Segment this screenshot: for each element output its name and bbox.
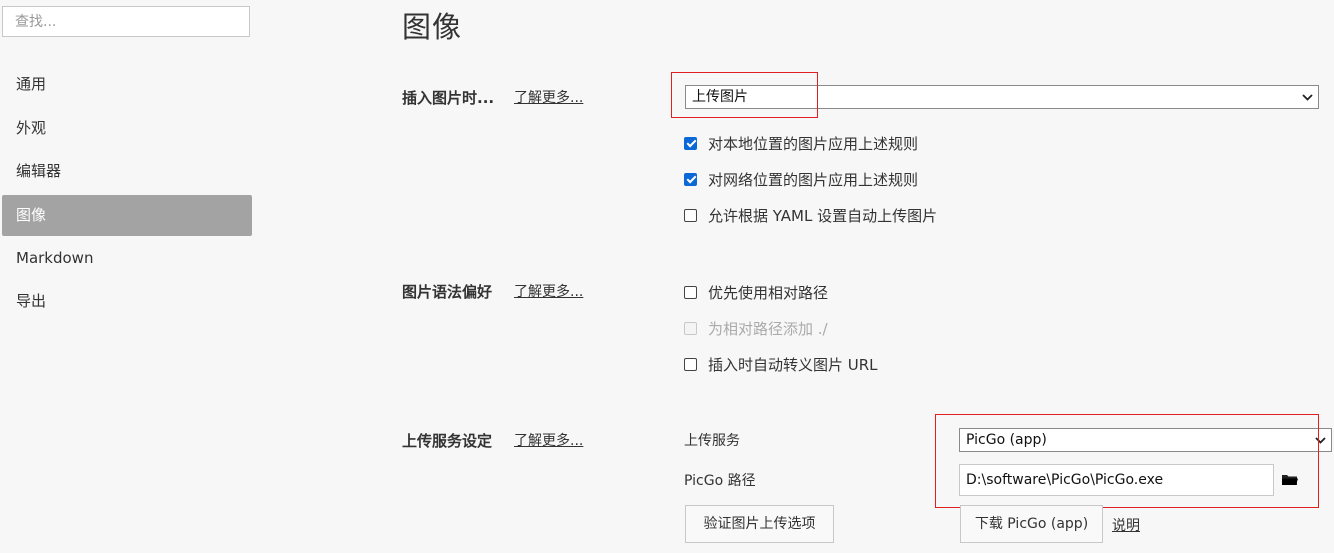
checkbox-checked[interactable] — [684, 136, 697, 150]
sidebar-item-label: 编辑器 — [16, 162, 62, 180]
checkbox-label: 优先使用相对路径 — [708, 283, 829, 302]
sidebar-item-label: 外观 — [16, 119, 47, 137]
insert-image-learn-more-link[interactable]: 了解更多... — [514, 87, 583, 107]
checkbox-yaml-upload[interactable]: 允许根据 YAML 设置自动上传图片 — [684, 205, 937, 225]
page-title: 图像 — [402, 10, 463, 44]
sidebar-item-markdown[interactable]: Markdown — [2, 238, 252, 279]
search-input[interactable] — [2, 6, 250, 37]
upload-service-field-label: 上传服务 — [684, 433, 740, 449]
explain-link[interactable]: 说明 — [1112, 515, 1140, 535]
upload-service-select[interactable]: PicGo (app) — [959, 428, 1332, 452]
checkbox-label: 允许根据 YAML 设置自动上传图片 — [708, 206, 938, 225]
sidebar-item-editor[interactable]: 编辑器 — [2, 151, 252, 192]
checkbox-unchecked[interactable] — [684, 208, 697, 222]
checkbox-unchecked[interactable] — [684, 285, 697, 299]
sidebar-item-appearance[interactable]: 外观 — [2, 108, 252, 149]
checkbox-local-images[interactable]: 对本地位置的图片应用上述规则 — [684, 133, 918, 153]
image-syntax-learn-more-link[interactable]: 了解更多... — [514, 281, 583, 301]
insert-image-select[interactable]: 上传图片 — [685, 85, 1319, 109]
checkbox-unchecked[interactable] — [684, 357, 697, 371]
chevron-down-icon — [1314, 429, 1327, 459]
folder-icon[interactable] — [1280, 470, 1300, 490]
sidebar-item-label: 通用 — [16, 75, 47, 93]
insert-image-label: 插入图片时... — [402, 89, 495, 107]
image-syntax-label: 图片语法偏好 — [402, 283, 493, 301]
download-picgo-button[interactable]: 下载 PicGo (app) — [960, 505, 1103, 543]
checkbox-escape-url[interactable]: 插入时自动转义图片 URL — [684, 354, 878, 374]
sidebar-item-label: Markdown — [16, 249, 94, 267]
checkbox-label: 对网络位置的图片应用上述规则 — [708, 170, 919, 189]
checkbox-label: 对本地位置的图片应用上述规则 — [708, 134, 919, 153]
sidebar: 通用 外观 编辑器 图像 Markdown 导出 — [0, 0, 262, 553]
checkbox-add-dot-slash: 为相对路径添加 ./ — [684, 318, 828, 338]
checkbox-checked[interactable] — [684, 172, 697, 186]
checkbox-disabled — [684, 321, 697, 335]
verify-upload-button[interactable]: 验证图片上传选项 — [685, 505, 834, 543]
picgo-path-label: PicGo 路径 — [684, 473, 756, 489]
checkbox-network-images[interactable]: 对网络位置的图片应用上述规则 — [684, 169, 918, 189]
chevron-down-icon — [1301, 86, 1314, 116]
sidebar-item-label: 导出 — [16, 292, 47, 310]
sidebar-item-export[interactable]: 导出 — [2, 281, 252, 322]
picgo-path-input[interactable]: D:\software\PicGo\PicGo.exe — [959, 464, 1274, 496]
sidebar-item-label: 图像 — [16, 206, 47, 224]
upload-service-learn-more-link[interactable]: 了解更多... — [514, 430, 583, 450]
sidebar-item-image[interactable]: 图像 — [2, 195, 252, 236]
upload-service-label: 上传服务设定 — [402, 432, 493, 450]
insert-image-select-value: 上传图片 — [692, 89, 748, 105]
checkbox-label: 插入时自动转义图片 URL — [708, 355, 878, 374]
picgo-path-value: D:\software\PicGo\PicGo.exe — [966, 472, 1164, 488]
checkbox-label: 为相对路径添加 ./ — [708, 319, 828, 338]
upload-service-select-value: PicGo (app) — [966, 432, 1047, 448]
checkbox-relative-path[interactable]: 优先使用相对路径 — [684, 282, 828, 302]
sidebar-item-general[interactable]: 通用 — [2, 64, 252, 105]
